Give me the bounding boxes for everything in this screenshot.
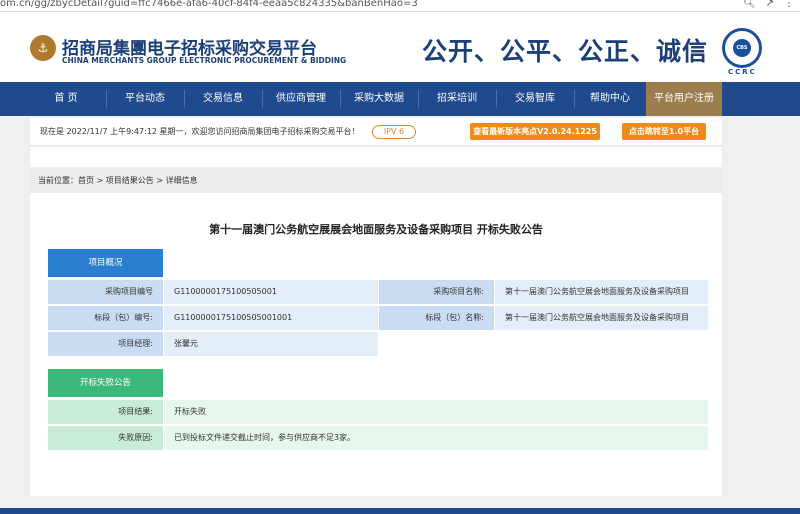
value-project-manager: 张馨元	[164, 332, 378, 356]
nav-item-register[interactable]: 平台用户注册	[646, 82, 722, 116]
label-lot-name: 标段（包）名称:	[379, 306, 494, 330]
logo-icon[interactable]: ⚓	[30, 35, 56, 61]
breadcrumb: 当前位置：首页 > 项目结果公告 > 详细信息	[30, 168, 722, 193]
pin-icon[interactable]: ↗	[766, 0, 774, 9]
value-project-name: 第十一届澳门公务航空展会地面服务及设备采购项目	[495, 280, 708, 304]
url-text[interactable]: om.cn/gg/zbycDetail?guid=ffc7466e-afa6-4…	[0, 0, 418, 9]
nav-item-home[interactable]: 首 页	[26, 82, 106, 116]
nav-item-big-data[interactable]: 采购大数据	[340, 82, 418, 116]
certification-seal-icon: CBS	[722, 28, 762, 68]
more-icon[interactable]: ⋮	[784, 0, 794, 9]
breadcrumb-prefix: 当前位置：	[38, 176, 78, 185]
value-reason: 已到投标文件递交截止时间，参与供应商不足3家。	[164, 426, 708, 450]
nav-item-trade-info[interactable]: 交易信息	[184, 82, 262, 116]
nav-item-training[interactable]: 招采培训	[418, 82, 496, 116]
slogan: 公开、公平、公正、诚信	[422, 37, 709, 66]
label-project-manager: 项目经理:	[48, 332, 163, 356]
section-heading-overview: 项目概况	[48, 249, 163, 277]
browser-address-bar: om.cn/gg/zbycDetail?guid=ffc7466e-afa6-4…	[0, 0, 800, 12]
seal-core: CBS	[733, 39, 751, 57]
nav-item-help[interactable]: 帮助中心	[574, 82, 646, 116]
value-lot-number: G1100000175100505001001	[164, 306, 378, 330]
label-project-name: 采购项目名称:	[379, 280, 494, 304]
overview-row: 标段（包）编号: G1100000175100505001001 标段（包）名称…	[48, 306, 708, 330]
page-title: 第十一届澳门公务航空展展会地面服务及设备采购项目 开标失败公告	[209, 223, 543, 236]
label-lot-number: 标段（包）编号:	[48, 306, 163, 330]
value-project-number: G1100000175100505001	[164, 280, 378, 304]
site-header: ⚓ 招商局集團电子招标采购交易平台 CHINA MERCHANTS GROUP …	[0, 12, 800, 82]
brand-name-en: CHINA MERCHANTS GROUP ELECTRONIC PROCURE…	[62, 56, 347, 65]
failure-row: 项目结果: 开标失败	[48, 400, 708, 424]
value-result: 开标失败	[164, 400, 708, 424]
value-lot-name: 第十一届澳门公务航空展会地面服务及设备采购项目	[495, 306, 708, 330]
new-version-button[interactable]: 查看最新版本亮点V2.0.24.1225	[470, 123, 600, 140]
nav-item-news[interactable]: 平台动态	[106, 82, 184, 116]
ipv6-badge: IPV 6	[372, 125, 416, 139]
seal-label: CCRC	[728, 68, 757, 76]
label-reason: 失败原因:	[48, 426, 163, 450]
nav-item-supplier[interactable]: 供应商管理	[262, 82, 340, 116]
spacer	[30, 147, 722, 167]
main-nav: 首 页 平台动态 交易信息 供应商管理 采购大数据 招采培训 交易智库 帮助中心…	[0, 82, 800, 116]
welcome-text: 现在是 2022/11/7 上午9:47:12 星期一，欢迎您访问招商局集团电子…	[40, 127, 360, 136]
failure-row: 失败原因: 已到投标文件递交截止时间，参与供应商不足3家。	[48, 426, 708, 450]
footer-bar	[0, 508, 800, 514]
detail-content: 第十一届澳门公务航空展展会地面服务及设备采购项目 开标失败公告 项目概况 采购项…	[30, 193, 722, 496]
breadcrumb-path[interactable]: 首页 > 项目结果公告 > 详细信息	[78, 176, 198, 185]
overview-row: 项目经理: 张馨元	[48, 332, 378, 356]
overview-row: 采购项目编号 G1100000175100505001 采购项目名称: 第十一届…	[48, 280, 708, 304]
nav-item-think-tank[interactable]: 交易智库	[496, 82, 574, 116]
label-project-number: 采购项目编号	[48, 280, 163, 304]
section-heading-failure: 开标失败公告	[48, 369, 163, 397]
info-bar: 现在是 2022/11/7 上午9:47:12 星期一，欢迎您访问招商局集团电子…	[30, 118, 722, 146]
label-result: 项目结果:	[48, 400, 163, 424]
search-icon[interactable]: 🔍︎	[743, 0, 756, 9]
switch-platform-button[interactable]: 点击跳转至1.0平台	[622, 123, 706, 140]
